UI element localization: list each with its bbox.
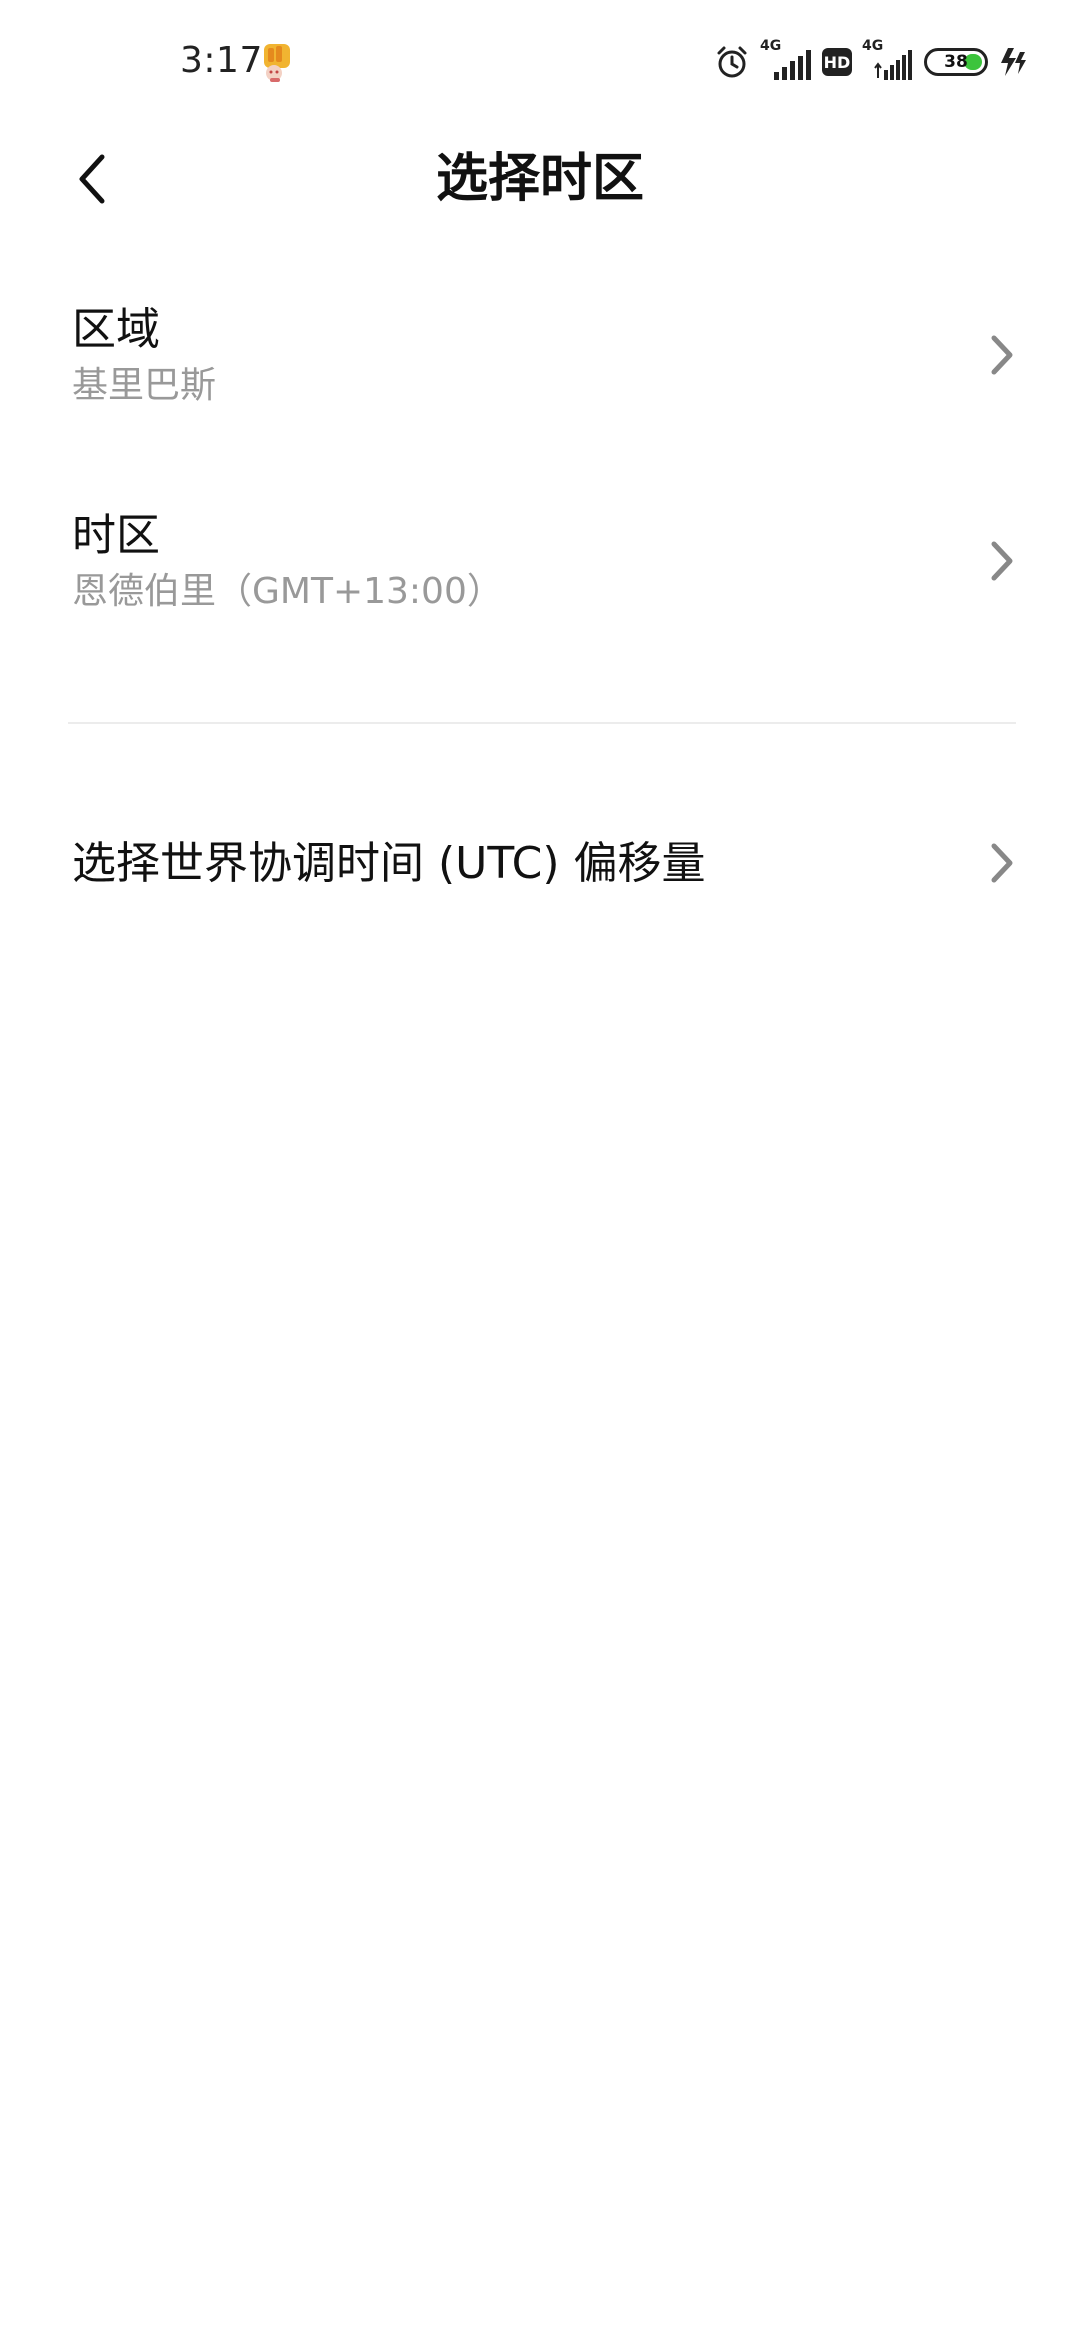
chevron-right-icon xyxy=(991,541,1013,581)
screen: 3:17 4G HD 4G 38 选择时区 区域 基里巴斯 时区 恩德伯里（GM… xyxy=(0,0,1080,2340)
utc-offset-title: 选择世界协调时间 (UTC) 偏移量 xyxy=(72,838,706,889)
timezone-value: 恩德伯里（GMT+13:00） xyxy=(72,571,503,612)
title-bar: 选择时区 xyxy=(0,126,1080,236)
signal-strength-icon xyxy=(874,50,912,80)
region-setting-item[interactable]: 区域 基里巴斯 xyxy=(0,282,1080,432)
section-divider xyxy=(68,722,1016,724)
network-block-1: 4G xyxy=(760,38,812,82)
status-time: 3:17 xyxy=(180,40,263,81)
chevron-right-icon xyxy=(991,843,1013,883)
network-block-2: 4G xyxy=(862,38,914,82)
hd-voice-icon: HD xyxy=(822,48,852,76)
chevron-right-icon xyxy=(991,335,1013,375)
region-title: 区域 xyxy=(72,304,160,355)
page-title: 选择时区 xyxy=(435,149,644,209)
battery-icon: 38 xyxy=(924,48,988,76)
sticker-icon xyxy=(264,44,290,82)
status-bar: 3:17 4G HD 4G 38 xyxy=(0,0,1080,126)
signal-strength-icon xyxy=(774,50,811,80)
charging-icon xyxy=(1001,48,1026,76)
utc-offset-setting-item[interactable]: 选择世界协调时间 (UTC) 偏移量 xyxy=(0,808,1080,918)
timezone-title: 时区 xyxy=(72,510,160,561)
timezone-setting-item[interactable]: 时区 恩德伯里（GMT+13:00） xyxy=(0,488,1080,638)
status-icons: 4G HD 4G 38 xyxy=(714,38,1028,84)
battery-level: 38 xyxy=(944,52,968,72)
alarm-clock-icon xyxy=(717,46,747,78)
region-value: 基里巴斯 xyxy=(72,365,217,406)
